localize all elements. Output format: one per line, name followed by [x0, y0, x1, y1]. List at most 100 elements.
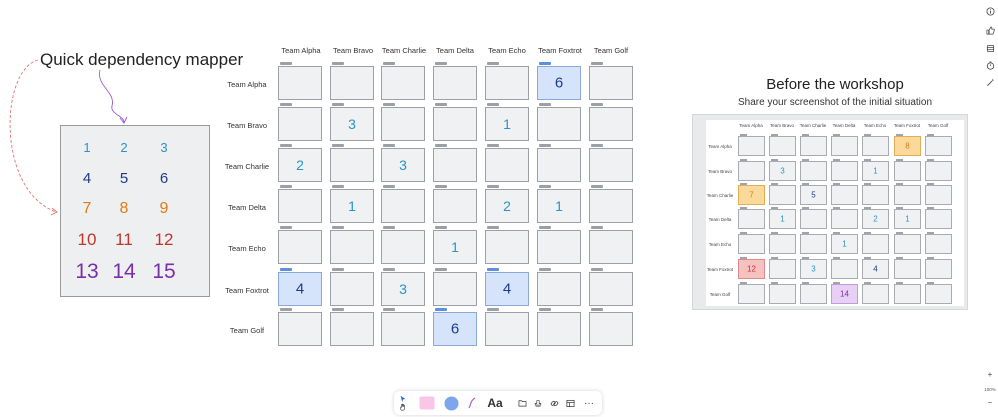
folder-icon: [518, 400, 526, 407]
legend-number[interactable]: 13: [75, 260, 98, 284]
matrix-cell[interactable]: [278, 103, 322, 141]
screenshot-cell-tag: [802, 207, 809, 209]
matrix-cell[interactable]: [485, 226, 529, 264]
cell-tag: [280, 226, 292, 229]
cell-tag: [332, 226, 344, 229]
thumbs-up-icon[interactable]: [984, 24, 996, 36]
matrix-cell[interactable]: [537, 268, 581, 306]
matrix-cell[interactable]: [381, 185, 425, 223]
matrix-cell[interactable]: 2: [485, 185, 529, 223]
legend-panel[interactable]: 1 2 3 4 5 6 7 8 9 10 11 12 13 14 15: [60, 125, 210, 297]
shape-tool[interactable]: [443, 395, 459, 411]
matrix-cell[interactable]: 1: [485, 103, 529, 141]
zoom-out-button[interactable]: −: [984, 396, 996, 408]
matrix-cell[interactable]: [433, 185, 477, 223]
matrix-cell[interactable]: [537, 226, 581, 264]
matrix-cell[interactable]: [485, 62, 529, 100]
matrix-cell[interactable]: 3: [381, 144, 425, 182]
screenshot-cell-tag: [802, 134, 809, 136]
pen-tool[interactable]: [466, 395, 478, 411]
matrix-cell[interactable]: [589, 308, 633, 346]
matrix-cell[interactable]: 4: [278, 268, 322, 306]
more-tools-button[interactable]: ···: [582, 395, 596, 411]
cell-tag: [332, 185, 344, 188]
matrix-cell[interactable]: [537, 144, 581, 182]
matrix-cell[interactable]: 1: [433, 226, 477, 264]
matrix-cell[interactable]: [278, 308, 322, 346]
legend-number[interactable]: 14: [112, 260, 135, 284]
matrix-cell[interactable]: [381, 308, 425, 346]
circle-shape-icon: [443, 395, 459, 411]
matrix-cell[interactable]: [330, 226, 374, 264]
legend-number[interactable]: 12: [155, 230, 174, 250]
sticky-note-tool[interactable]: [418, 395, 436, 411]
zoom-in-button[interactable]: +: [984, 368, 996, 380]
matrix-cell[interactable]: 4: [485, 268, 529, 306]
board-title[interactable]: Quick dependency mapper: [40, 50, 243, 70]
link-tool[interactable]: [548, 395, 560, 411]
matrix-cell[interactable]: [330, 62, 374, 100]
matrix-cell[interactable]: [433, 144, 477, 182]
matrix-cell[interactable]: [537, 308, 581, 346]
screenshot-cell-tag: [771, 183, 778, 185]
matrix-cell[interactable]: 6: [537, 62, 581, 100]
cell-value: 1: [555, 198, 563, 214]
matrix-cell[interactable]: [330, 268, 374, 306]
matrix-cell[interactable]: [589, 226, 633, 264]
matrix-cell[interactable]: [589, 144, 633, 182]
stamp-tool[interactable]: [532, 395, 544, 411]
matrix-cell[interactable]: [537, 103, 581, 141]
matrix-cell[interactable]: [278, 62, 322, 100]
matrix-cell[interactable]: 6: [433, 308, 477, 346]
matrix-cell[interactable]: [433, 268, 477, 306]
matrix-cell[interactable]: [433, 62, 477, 100]
matrix-cell[interactable]: [330, 144, 374, 182]
legend-number[interactable]: 11: [115, 230, 133, 250]
database-icon[interactable]: [984, 42, 996, 54]
matrix-cell[interactable]: 3: [330, 103, 374, 141]
screenshot-cell: [894, 159, 921, 181]
table-tool[interactable]: [564, 395, 576, 411]
matrix-cell[interactable]: [589, 185, 633, 223]
legend-number[interactable]: 5: [120, 170, 128, 187]
matrix-cell[interactable]: [381, 226, 425, 264]
matrix-cell[interactable]: [485, 144, 529, 182]
matrix-cell[interactable]: [278, 185, 322, 223]
frame-subtitle[interactable]: Share your screenshot of the initial sit…: [690, 97, 980, 108]
matrix-cell[interactable]: [381, 103, 425, 141]
screenshot-cell: [800, 134, 827, 156]
screenshot-cell-tag: [896, 232, 903, 234]
matrix-cell[interactable]: [589, 268, 633, 306]
folder-tool[interactable]: [516, 395, 528, 411]
matrix-cell[interactable]: [278, 226, 322, 264]
legend-number[interactable]: 3: [160, 140, 167, 155]
legend-number[interactable]: 9: [160, 200, 169, 218]
frame-title[interactable]: Before the workshop: [690, 76, 980, 93]
matrix-cell[interactable]: [589, 103, 633, 141]
matrix-cell[interactable]: 2: [278, 144, 322, 182]
matrix-cell[interactable]: 1: [537, 185, 581, 223]
matrix-cell[interactable]: [330, 308, 374, 346]
matrix-cell[interactable]: [589, 62, 633, 100]
legend-number[interactable]: 7: [83, 200, 92, 218]
legend-number[interactable]: 8: [120, 200, 129, 218]
select-tool[interactable]: [397, 393, 409, 413]
text-tool[interactable]: Aa: [485, 395, 505, 411]
legend-number[interactable]: 1: [83, 140, 90, 155]
matrix-cell[interactable]: [485, 308, 529, 346]
legend-number[interactable]: 10: [78, 230, 97, 250]
magic-wand-icon[interactable]: [984, 76, 996, 88]
legend-number[interactable]: 15: [152, 260, 175, 284]
info-icon[interactable]: [984, 5, 996, 17]
timer-icon[interactable]: [984, 59, 996, 71]
zoom-level[interactable]: 100%: [982, 387, 998, 392]
matrix-cell[interactable]: [433, 103, 477, 141]
legend-number[interactable]: 4: [83, 170, 91, 187]
matrix-cell[interactable]: 1: [330, 185, 374, 223]
legend-number[interactable]: 6: [160, 170, 168, 187]
legend-number[interactable]: 2: [120, 140, 127, 155]
screenshot-cell-tag: [896, 207, 903, 209]
screenshot-cell-tag: [802, 159, 809, 161]
matrix-cell[interactable]: 3: [381, 268, 425, 306]
matrix-cell[interactable]: [381, 62, 425, 100]
